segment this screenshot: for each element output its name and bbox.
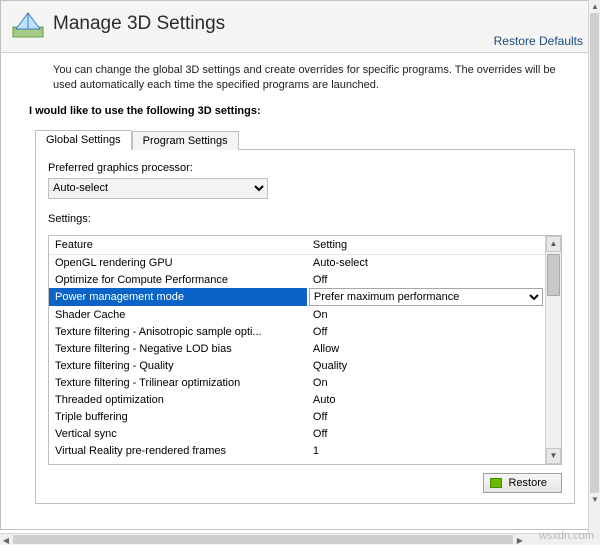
- col-feature[interactable]: Feature: [49, 236, 307, 255]
- window-v-scrollbar[interactable]: ▲ ▼: [588, 0, 600, 533]
- tab-program-settings[interactable]: Program Settings: [132, 131, 239, 150]
- preferred-processor-label: Preferred graphics processor:: [48, 162, 562, 174]
- feature-cell[interactable]: Vertical sync: [49, 425, 307, 442]
- value-cell[interactable]: Auto-select: [307, 254, 545, 271]
- value-cell[interactable]: Off: [307, 425, 545, 442]
- feature-cell[interactable]: Texture filtering - Trilinear optimizati…: [49, 374, 307, 391]
- settings-scroll-area: Feature Setting OpenGL rendering GPUAuto…: [49, 236, 545, 464]
- value-cell[interactable]: Auto: [307, 391, 545, 408]
- v-scroll-thumb[interactable]: [590, 13, 599, 493]
- col-setting[interactable]: Setting: [307, 236, 545, 255]
- section-heading: I would like to use the following 3D set…: [1, 101, 595, 123]
- feature-cell[interactable]: Texture filtering - Quality: [49, 357, 307, 374]
- table-row[interactable]: Texture filtering - Anisotropic sample o…: [49, 323, 545, 340]
- table-row[interactable]: Power management modePrefer maximum perf…: [49, 288, 545, 306]
- window-h-scrollbar[interactable]: ◀ ▶: [0, 533, 588, 545]
- scroll-up-icon[interactable]: ▲: [589, 0, 600, 12]
- feature-cell[interactable]: Optimize for Compute Performance: [49, 271, 307, 288]
- feature-cell[interactable]: Power management mode: [49, 288, 307, 306]
- h-scroll-thumb[interactable]: [13, 535, 513, 544]
- scroll-track[interactable]: [546, 252, 561, 448]
- nvidia-icon: [490, 478, 502, 488]
- feature-cell[interactable]: Shader Cache: [49, 306, 307, 323]
- page-title-text: Manage 3D Settings: [53, 13, 225, 35]
- scroll-left-icon[interactable]: ◀: [0, 534, 12, 546]
- restore-defaults-link[interactable]: Restore Defaults: [494, 34, 583, 48]
- preferred-processor-select[interactable]: Auto-select: [48, 178, 268, 199]
- settings-table-container: Feature Setting OpenGL rendering GPUAuto…: [48, 235, 562, 465]
- feature-cell[interactable]: Triple buffering: [49, 408, 307, 425]
- scroll-right-icon[interactable]: ▶: [514, 534, 526, 546]
- table-scrollbar[interactable]: ▲ ▼: [545, 236, 561, 464]
- settings-table: Feature Setting OpenGL rendering GPUAuto…: [49, 236, 545, 460]
- table-row[interactable]: Texture filtering - QualityQuality: [49, 357, 545, 374]
- tab-row: Global Settings Program Settings: [35, 129, 575, 150]
- table-row[interactable]: Vertical syncOff: [49, 425, 545, 442]
- value-cell[interactable]: On: [307, 374, 545, 391]
- panel-header: Manage 3D Settings Restore Defaults: [1, 1, 595, 53]
- feature-cell[interactable]: Texture filtering - Anisotropic sample o…: [49, 323, 307, 340]
- restore-row: Restore: [48, 473, 562, 493]
- app-icon: [11, 7, 45, 41]
- feature-cell[interactable]: Threaded optimization: [49, 391, 307, 408]
- value-cell[interactable]: Allow: [307, 340, 545, 357]
- table-row[interactable]: Threaded optimizationAuto: [49, 391, 545, 408]
- value-cell[interactable]: On: [307, 306, 545, 323]
- table-row[interactable]: Triple bufferingOff: [49, 408, 545, 425]
- scroll-thumb[interactable]: [547, 254, 560, 296]
- feature-cell[interactable]: OpenGL rendering GPU: [49, 254, 307, 271]
- settings-panel: Manage 3D Settings Restore Defaults You …: [0, 0, 596, 530]
- feature-cell[interactable]: Texture filtering - Negative LOD bias: [49, 340, 307, 357]
- value-cell[interactable]: Off: [307, 271, 545, 288]
- feature-cell[interactable]: Virtual Reality pre-rendered frames: [49, 442, 307, 459]
- tabs-container: Global Settings Program Settings Preferr…: [35, 129, 575, 504]
- tab-global-settings[interactable]: Global Settings: [35, 130, 132, 150]
- value-cell[interactable]: Off: [307, 408, 545, 425]
- table-row[interactable]: Virtual Reality pre-rendered frames1: [49, 442, 545, 459]
- table-row[interactable]: Optimize for Compute PerformanceOff: [49, 271, 545, 288]
- scroll-up-icon[interactable]: ▲: [546, 236, 561, 252]
- table-row[interactable]: Texture filtering - Negative LOD biasAll…: [49, 340, 545, 357]
- value-cell[interactable]: Off: [307, 323, 545, 340]
- restore-button[interactable]: Restore: [483, 473, 562, 493]
- value-cell[interactable]: 1: [307, 442, 545, 459]
- value-cell[interactable]: Quality: [307, 357, 545, 374]
- value-cell[interactable]: Prefer maximum performance: [307, 288, 545, 306]
- setting-value-select[interactable]: Prefer maximum performance: [309, 288, 543, 306]
- settings-label: Settings:: [48, 213, 562, 225]
- scroll-down-icon[interactable]: ▼: [546, 448, 561, 464]
- restore-button-label: Restore: [508, 477, 547, 489]
- scroll-down-icon[interactable]: ▼: [589, 494, 600, 506]
- table-row[interactable]: OpenGL rendering GPUAuto-select: [49, 254, 545, 271]
- watermark: wsxdn.com: [539, 530, 594, 542]
- tab-body-global: Preferred graphics processor: Auto-selec…: [35, 150, 575, 504]
- description-text: You can change the global 3D settings an…: [1, 53, 595, 101]
- table-row[interactable]: Texture filtering - Trilinear optimizati…: [49, 374, 545, 391]
- table-header-row: Feature Setting: [49, 236, 545, 255]
- table-row[interactable]: Shader CacheOn: [49, 306, 545, 323]
